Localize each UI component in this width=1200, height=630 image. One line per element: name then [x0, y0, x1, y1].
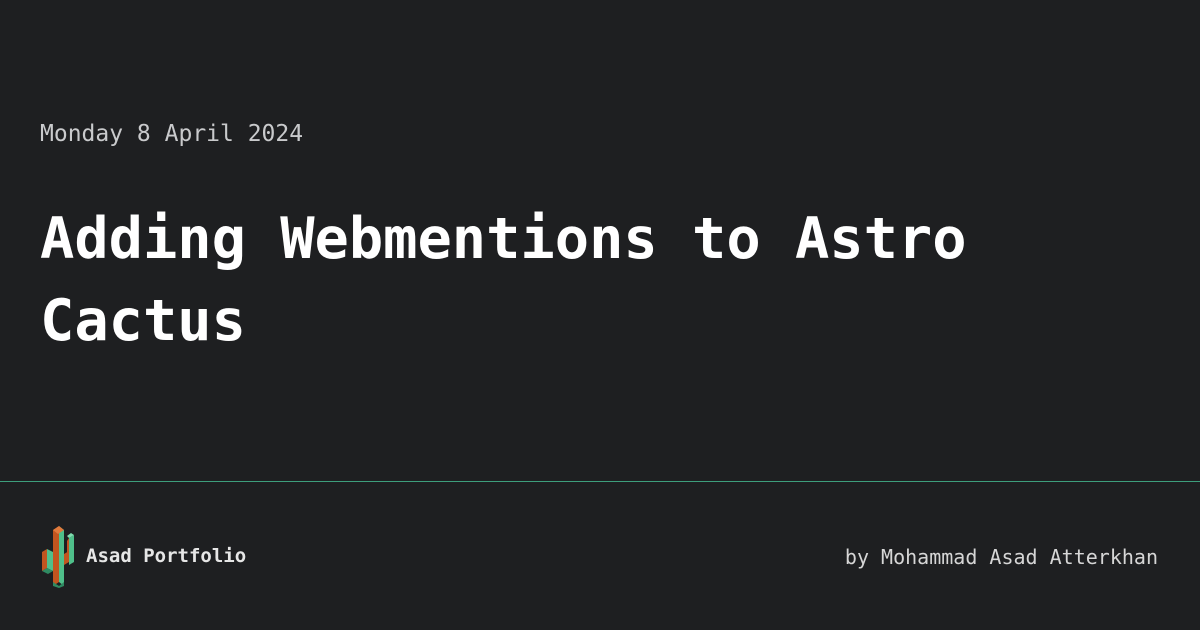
site-name: Asad Portfolio — [86, 545, 247, 567]
footer-divider — [0, 481, 1200, 482]
site-brand: Asad Portfolio — [40, 524, 246, 588]
post-date: Monday 8 April 2024 — [40, 121, 304, 147]
author-byline: by Mohammad Asad Atterkhan — [844, 545, 1158, 569]
og-card: Monday 8 April 2024 Adding Webmentions t… — [0, 0, 1200, 630]
cactus-logo-icon — [42, 526, 74, 588]
post-title: Adding Webmentions to Astro Cactus — [40, 206, 967, 354]
